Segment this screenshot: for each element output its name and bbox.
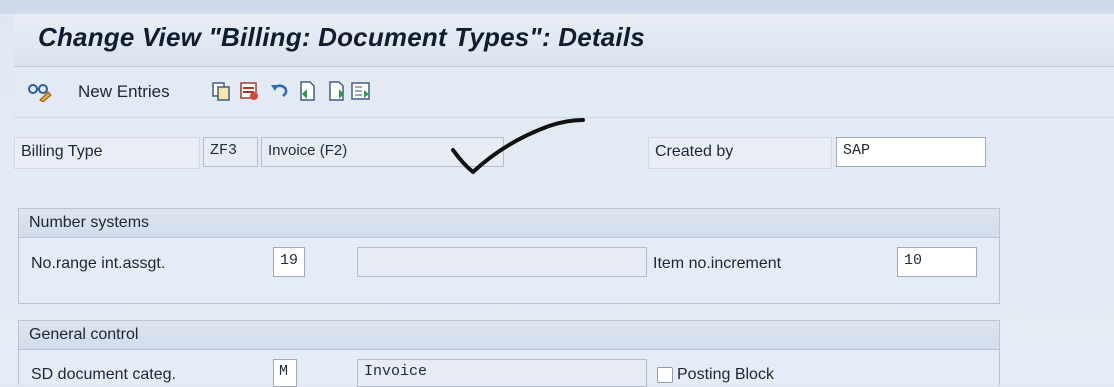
sd-document-category-field[interactable]: M — [273, 359, 297, 387]
undo-icon[interactable] — [268, 80, 290, 102]
transport-icon[interactable] — [350, 80, 372, 102]
sd-document-category-label: SD document categ. — [31, 366, 176, 383]
sd-document-category-description-field: Invoice — [357, 359, 647, 387]
sd-document-category-value: M — [279, 363, 289, 380]
posting-block-label: Posting Block — [677, 366, 774, 383]
window-top-strip — [0, 0, 1114, 14]
general-control-title: General control — [29, 326, 139, 343]
billing-type-label-text: Billing Type — [21, 143, 103, 160]
sd-document-category-description: Invoice — [364, 363, 428, 380]
copy-icon[interactable] — [210, 80, 232, 102]
application-toolbar: New Entries — [14, 67, 1114, 118]
item-increment-label: Item no.increment — [653, 255, 782, 272]
billing-type-code-field[interactable]: ZF3 — [203, 137, 258, 167]
display-change-icon[interactable] — [26, 80, 52, 102]
number-range-label: No.range int.assgt. — [31, 255, 166, 272]
created-by-label-text: Created by — [655, 143, 734, 160]
number-range-description-field — [357, 247, 647, 277]
posting-block-checkbox[interactable] — [657, 367, 673, 383]
item-increment-value: 10 — [904, 252, 923, 269]
sap-screen: Change View "Billing: Document Types": D… — [0, 0, 1114, 387]
number-systems-title: Number systems — [29, 214, 150, 231]
created-by-value: SAP — [843, 142, 871, 159]
general-control-header: General control — [19, 321, 999, 350]
title-bar: Change View "Billing: Document Types": D… — [14, 14, 1114, 67]
delete-icon[interactable] — [238, 80, 260, 102]
number-range-value: 19 — [280, 252, 299, 269]
general-control-group: General control SD document categ. M Inv… — [18, 320, 1000, 387]
next-entry-icon[interactable] — [326, 80, 348, 102]
number-systems-group: Number systems No.range int.assgt. 19 It… — [18, 208, 1000, 304]
billing-type-code: ZF3 — [210, 142, 238, 159]
billing-type-description: Invoice (F2) — [268, 142, 348, 159]
number-systems-header: Number systems — [19, 209, 999, 238]
number-range-field[interactable]: 19 — [273, 247, 305, 277]
billing-type-label: Billing Type — [14, 137, 200, 169]
previous-entry-icon[interactable] — [296, 80, 318, 102]
created-by-field[interactable]: SAP — [836, 137, 986, 167]
created-by-label: Created by — [648, 137, 832, 169]
item-increment-field[interactable]: 10 — [897, 247, 977, 277]
handwritten-checkmark-icon — [451, 118, 585, 174]
page-title: Change View "Billing: Document Types": D… — [38, 22, 645, 52]
new-entries-button[interactable]: New Entries — [78, 82, 170, 102]
